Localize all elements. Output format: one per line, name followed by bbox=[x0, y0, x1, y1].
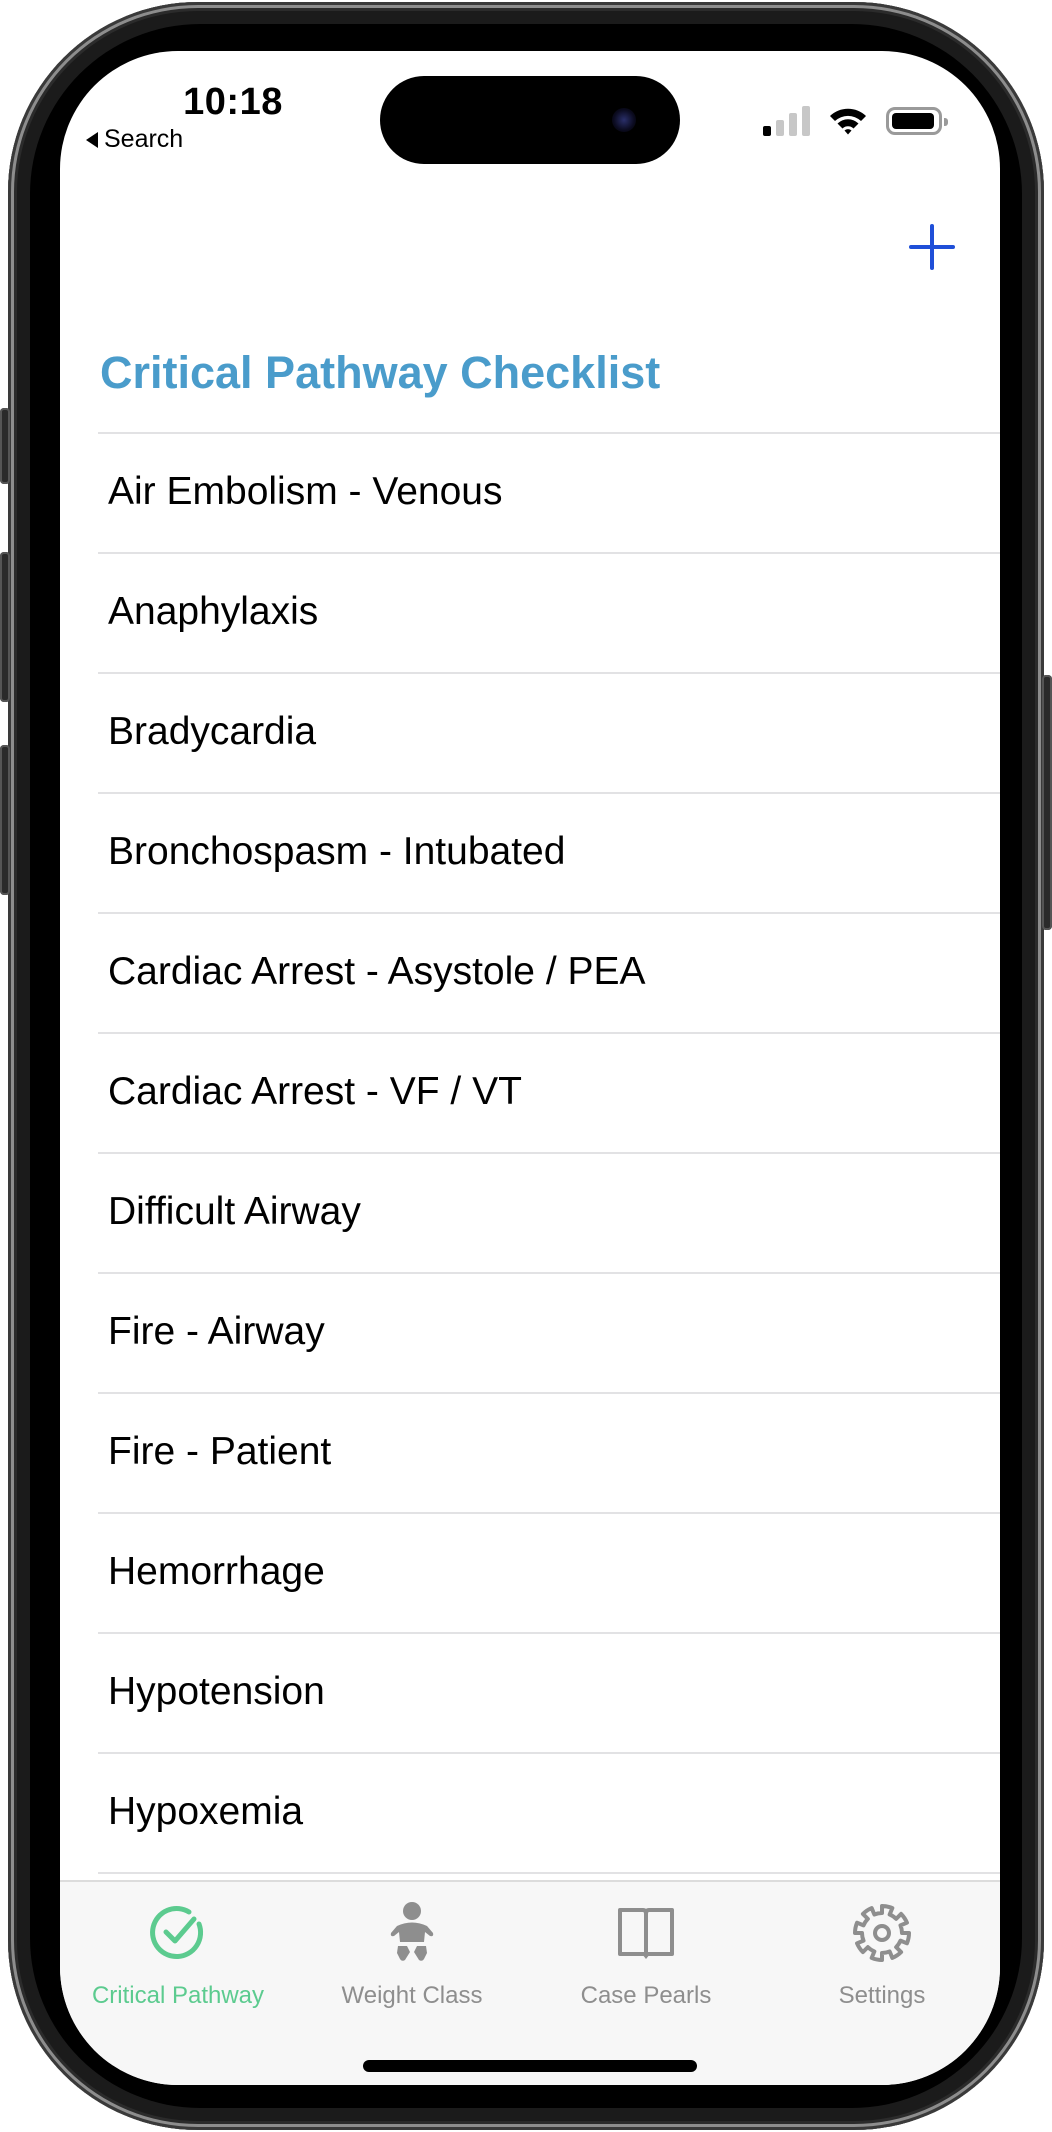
action-button bbox=[0, 408, 10, 484]
tab-weight-class[interactable]: Weight Class bbox=[294, 1882, 530, 2012]
back-to-search-link[interactable]: Search bbox=[86, 125, 183, 154]
tab-label: Settings bbox=[838, 1982, 926, 2009]
status-time: 10:18 bbox=[183, 81, 283, 123]
tab-label: Case Pearls bbox=[580, 1982, 712, 2009]
signal-bar bbox=[776, 120, 784, 136]
screen: 10:18 Search Critical Pathway Checklist … bbox=[60, 51, 1000, 2085]
dynamic-island bbox=[380, 76, 680, 164]
list-item-label: Hypoxemia bbox=[108, 1790, 304, 1833]
side-button bbox=[1042, 675, 1052, 930]
plus-icon bbox=[909, 224, 955, 270]
list-item[interactable]: Hypoxemia bbox=[98, 1752, 1000, 1872]
list-item-label: Fire - Patient bbox=[108, 1430, 332, 1473]
gear-icon bbox=[853, 1904, 911, 1962]
volume-up-button bbox=[0, 552, 10, 702]
list-item-label: Difficult Airway bbox=[108, 1190, 361, 1233]
page-title: Critical Pathway Checklist bbox=[100, 347, 661, 398]
checkmark-circle-icon bbox=[150, 1906, 204, 1959]
tab-settings[interactable]: Settings bbox=[764, 1882, 1000, 2012]
battery-nub bbox=[944, 118, 948, 126]
baby-icon bbox=[390, 1902, 434, 1961]
list-item[interactable]: Hemorrhage bbox=[98, 1512, 1000, 1632]
tab-bar: Critical Pathway Weight Class Case Pearl… bbox=[60, 1880, 1000, 2085]
list-item-label: Bronchospasm - Intubated bbox=[108, 830, 566, 873]
signal-bar bbox=[763, 126, 771, 136]
wifi-icon bbox=[830, 108, 866, 135]
list-item-label: Fire - Airway bbox=[108, 1310, 325, 1353]
battery-level bbox=[892, 113, 934, 129]
list-item[interactable]: Anaphylaxis bbox=[98, 552, 1000, 672]
tab-case-pearls[interactable]: Case Pearls bbox=[528, 1882, 764, 2012]
back-label: Search bbox=[104, 125, 184, 153]
list-item-label: Cardiac Arrest - VF / VT bbox=[108, 1070, 522, 1113]
list-item[interactable]: Cardiac Arrest - VF / VT bbox=[98, 1032, 1000, 1152]
back-arrow-icon bbox=[86, 131, 98, 148]
list-item-label: Anaphylaxis bbox=[108, 590, 319, 633]
signal-bar bbox=[789, 113, 797, 136]
cellular-signal-icon bbox=[763, 106, 810, 136]
list-item-label: Bradycardia bbox=[108, 710, 317, 753]
tab-critical-pathway[interactable]: Critical Pathway bbox=[60, 1882, 296, 2012]
list-separator bbox=[98, 1872, 1000, 1874]
list-item-label: Cardiac Arrest - Asystole / PEA bbox=[108, 950, 646, 993]
list-item[interactable]: Air Embolism - Venous bbox=[98, 432, 1000, 552]
add-button[interactable] bbox=[902, 217, 962, 277]
list-item[interactable]: Difficult Airway bbox=[98, 1152, 1000, 1272]
book-icon bbox=[618, 1908, 674, 1959]
list-item-label: Air Embolism - Venous bbox=[108, 470, 503, 513]
signal-bar bbox=[802, 106, 810, 136]
list-item[interactable]: Fire - Patient bbox=[98, 1392, 1000, 1512]
tab-label: Weight Class bbox=[341, 1982, 483, 2009]
camera-icon bbox=[612, 108, 636, 132]
list-item[interactable]: Fire - Airway bbox=[98, 1272, 1000, 1392]
battery-icon bbox=[886, 107, 948, 135]
list-item-label: Hypotension bbox=[108, 1670, 325, 1713]
gear-outline bbox=[853, 1904, 911, 1962]
home-indicator[interactable] bbox=[363, 2060, 697, 2072]
list-item[interactable]: Hypotension bbox=[98, 1632, 1000, 1752]
checklist-list: Air Embolism - Venous Anaphylaxis Bradyc… bbox=[98, 432, 1000, 1874]
tab-label: Critical Pathway bbox=[91, 1982, 265, 2009]
volume-down-button bbox=[0, 745, 10, 895]
status-indicators bbox=[763, 106, 948, 136]
list-item[interactable]: Bronchospasm - Intubated bbox=[98, 792, 1000, 912]
list-item[interactable]: Cardiac Arrest - Asystole / PEA bbox=[98, 912, 1000, 1032]
list-item-label: Hemorrhage bbox=[108, 1550, 325, 1593]
list-item[interactable]: Bradycardia bbox=[98, 672, 1000, 792]
